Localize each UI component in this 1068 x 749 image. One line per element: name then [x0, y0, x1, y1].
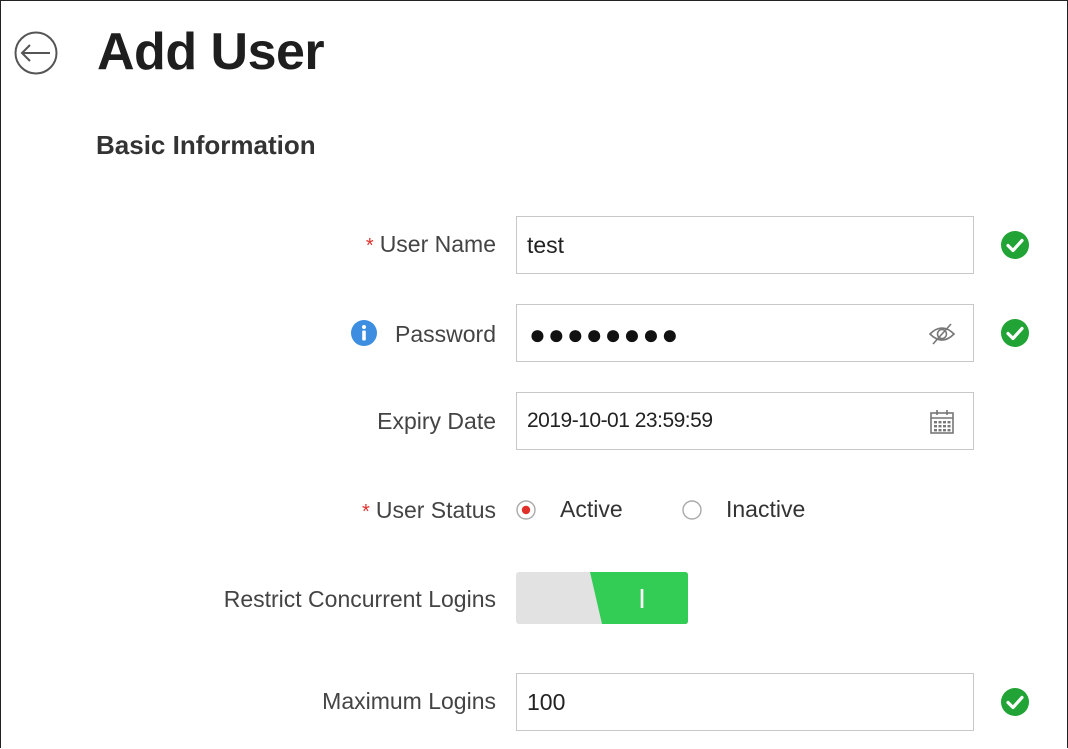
page-frame: [0, 0, 1068, 748]
user-status-label-text: User Status: [375, 497, 496, 523]
user-name-label: * User Name: [366, 231, 496, 258]
required-marker: *: [365, 235, 374, 257]
user-status-label: * User Status: [362, 497, 496, 524]
password-label-text: Password: [395, 321, 496, 347]
expiry-date-label: Expiry Date: [377, 408, 496, 434]
section-title: Basic Information: [96, 130, 316, 160]
max-logins-label: Maximum Logins: [322, 688, 496, 714]
radio-active-label: Active: [560, 496, 623, 522]
valid-check-icon: [1001, 231, 1029, 259]
radio-selected-icon[interactable]: [516, 500, 536, 520]
max-logins-field[interactable]: [516, 673, 974, 731]
user-name-field[interactable]: [516, 216, 974, 274]
valid-check-icon: [1001, 688, 1029, 716]
password-masked-value[interactable]: ●●●●●●●●: [529, 321, 680, 349]
valid-check-icon: [1001, 319, 1029, 347]
required-marker: *: [362, 501, 370, 523]
toggle-on-glyph: I: [638, 583, 646, 614]
page-title: Add User: [97, 23, 325, 81]
expiry-date-input[interactable]: [527, 393, 907, 449]
expiry-date-field[interactable]: [516, 392, 974, 450]
user-name-input[interactable]: [527, 217, 907, 273]
password-label: Password: [351, 320, 496, 348]
restrict-logins-toggle[interactable]: I: [516, 572, 688, 624]
restrict-logins-label: Restrict Concurrent Logins: [223, 586, 496, 612]
radio-inactive-label: Inactive: [726, 496, 806, 522]
eye-hidden-icon[interactable]: [927, 319, 957, 349]
info-icon[interactable]: [351, 320, 378, 346]
calendar-icon[interactable]: [927, 407, 957, 437]
max-logins-input[interactable]: [527, 674, 907, 730]
user-name-label-text: User Name: [379, 231, 496, 257]
password-field[interactable]: ●●●●●●●●: [516, 304, 974, 362]
radio-unselected-icon[interactable]: [682, 500, 702, 520]
back-arrow-icon[interactable]: [11, 30, 67, 76]
